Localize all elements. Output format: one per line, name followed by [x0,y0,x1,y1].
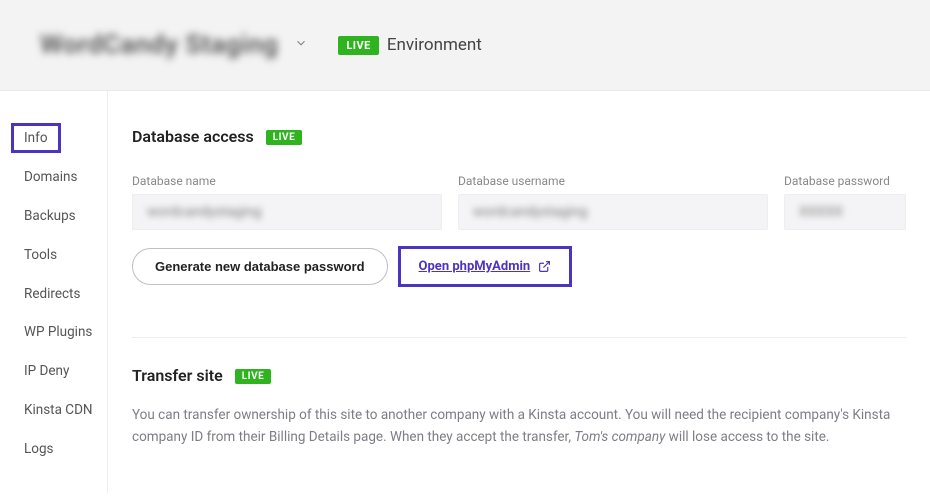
sidebar-item-backups[interactable]: Backups [0,197,107,236]
db-name-label: Database name [132,174,442,188]
db-access-heading: Database access LIVE [132,127,906,146]
sidebar-item-ip-deny[interactable]: IP Deny [0,352,107,391]
db-live-badge: LIVE [266,130,303,145]
external-link-icon [538,260,551,273]
env-label: Environment [387,35,482,55]
sidebar-item-kinsta-cdn[interactable]: Kinsta CDN [0,391,107,430]
sidebar: Info Domains Backups Tools Redirects WP … [0,91,108,493]
sidebar-item-wp-plugins[interactable]: WP Plugins [0,313,107,352]
db-user-label: Database username [458,174,768,188]
sidebar-item-logs[interactable]: Logs [0,430,107,469]
main-content: Database access LIVE Database name wordc… [108,91,930,493]
db-name-field: wordcandystaging [132,194,442,230]
open-phpmyadmin-highlight: Open phpMyAdmin [398,246,573,287]
section-divider [132,337,906,338]
sidebar-item-domains[interactable]: Domains [0,158,107,197]
open-phpmyadmin-link[interactable]: Open phpMyAdmin [419,259,531,274]
db-pass-field: XXXXX [784,194,906,230]
sidebar-item-redirects[interactable]: Redirects [0,275,107,314]
env-live-badge: LIVE [338,36,379,55]
site-switcher-chevron[interactable] [294,36,308,54]
page-header: WordCandy Staging LIVE Environment [0,0,930,91]
db-user-field: wordcandystaging [458,194,768,230]
db-pass-label: Database password [784,174,906,188]
site-name: WordCandy Staging [40,30,278,60]
sidebar-item-tools[interactable]: Tools [0,236,107,275]
transfer-description: You can transfer ownership of this site … [132,405,892,448]
sidebar-item-info[interactable]: Info [0,119,107,158]
transfer-heading: Transfer site LIVE [132,366,906,385]
generate-password-button[interactable]: Generate new database password [132,248,388,285]
transfer-live-badge: LIVE [235,369,272,384]
